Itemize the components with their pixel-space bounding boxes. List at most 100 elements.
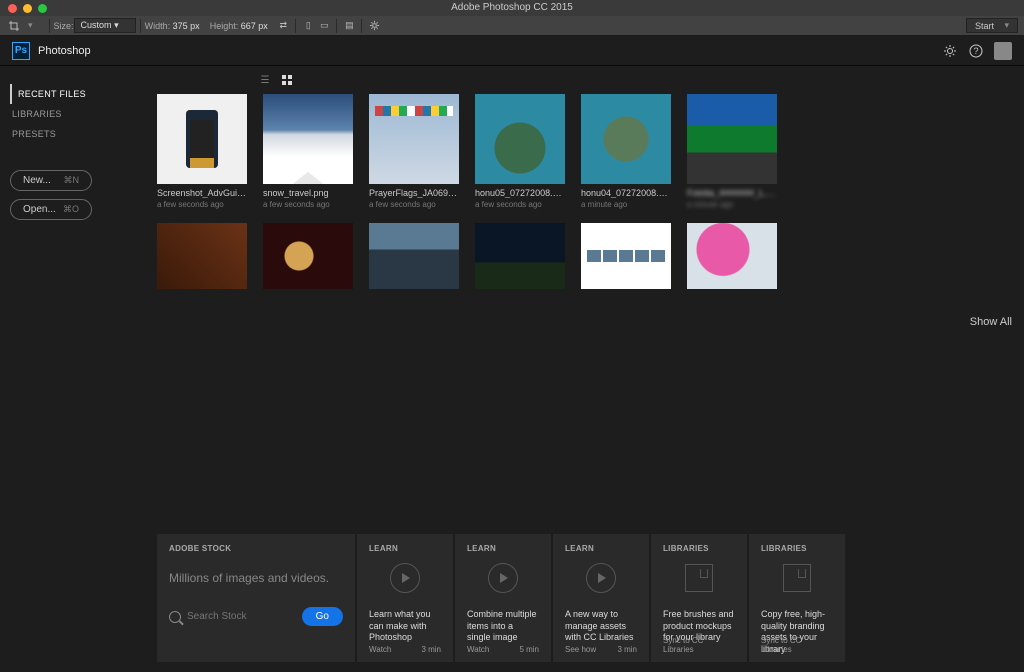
library-panel[interactable]: LIBRARIES Copy free, high-quality brandi… [749, 534, 845, 662]
stock-search-input[interactable] [187, 611, 287, 622]
learn-panel[interactable]: LEARN Learn what you can make with Photo… [357, 534, 453, 662]
stock-go-button[interactable]: Go [302, 607, 343, 626]
file-thumbnail [263, 94, 353, 184]
svg-text:?: ? [973, 46, 978, 56]
file-card[interactable] [475, 223, 565, 289]
height-value[interactable]: 667 [241, 21, 256, 31]
panel-tag: LIBRARIES [663, 544, 735, 553]
file-card[interactable] [263, 223, 353, 289]
sidebar-item-recent-files[interactable]: RECENT FILES [10, 84, 147, 104]
file-card[interactable] [369, 223, 459, 289]
library-panel[interactable]: LIBRARIES Free brushes and product mocku… [651, 534, 747, 662]
close-window-button[interactable] [8, 4, 17, 13]
library-icon [783, 564, 811, 592]
options-bar: ▾ Size: Custom ▾ Width: 375 px Height: 6… [0, 16, 1024, 36]
orientation-landscape-icon[interactable]: ▭ [316, 19, 332, 33]
chevron-down-icon[interactable]: ▾ [28, 20, 33, 31]
panel-meta: 3 min [617, 645, 637, 654]
file-thumbnail [581, 223, 671, 289]
panel-tag: LEARN [467, 544, 539, 553]
app-header: Ps Photoshop ? [0, 36, 1024, 66]
panel-title: Combine multiple items into a single ima… [467, 609, 539, 644]
panel-action: Watch [369, 645, 391, 654]
file-name: honu05_07272008.JPG [475, 188, 565, 198]
crop-tool-icon[interactable] [6, 19, 22, 33]
panel-tag: LEARN [369, 544, 441, 553]
size-dropdown[interactable]: Custom ▾ [74, 18, 136, 33]
learn-panel[interactable]: LEARN Combine multiple items into a sing… [455, 534, 551, 662]
file-thumbnail [475, 94, 565, 184]
file-thumbnail [369, 94, 459, 184]
file-time: a few seconds ago [157, 200, 247, 209]
learn-panel[interactable]: LEARN A new way to manage assets with CC… [553, 534, 649, 662]
file-thumbnail [475, 223, 565, 289]
swap-icon[interactable]: ⇄ [275, 19, 291, 33]
panel-action: Sync to CC Libraries [761, 636, 833, 654]
maximize-window-button[interactable] [38, 4, 47, 13]
photoshop-logo-icon: Ps [12, 42, 30, 60]
library-icon [685, 564, 713, 592]
panel-action: Watch [467, 645, 489, 654]
panel-meta: 3 min [421, 645, 441, 654]
play-icon [390, 563, 420, 593]
file-thumbnail [369, 223, 459, 289]
stock-headline: Millions of images and videos. [169, 571, 343, 585]
minimize-window-button[interactable] [23, 4, 32, 13]
file-thumbnail [263, 223, 353, 289]
panel-tag: LIBRARIES [761, 544, 833, 553]
file-card[interactable]: honu04_07272008.JPG a minute ago [581, 94, 671, 209]
titlebar: Adobe Photoshop CC 2015 [0, 0, 1024, 16]
panel-action: Sync to CC Libraries [663, 636, 735, 654]
file-thumbnail [157, 223, 247, 289]
window-controls [8, 4, 47, 13]
sidebar: RECENT FILESLIBRARIESPRESETS New...⌘N Op… [0, 66, 157, 524]
list-view-icon[interactable]: ☰ [259, 74, 271, 86]
settings-icon[interactable] [942, 43, 958, 59]
new-button[interactable]: New...⌘N [10, 170, 92, 191]
file-card[interactable]: honu05_07272008.JPG a few seconds ago [475, 94, 565, 209]
gear-icon[interactable] [366, 19, 382, 33]
panel-meta: 5 min [519, 645, 539, 654]
file-card[interactable]: snow_travel.png a few seconds ago [263, 94, 353, 209]
width-value[interactable]: 375 [173, 21, 188, 31]
file-card[interactable] [687, 223, 777, 289]
help-icon[interactable]: ? [968, 43, 984, 59]
content-area: ☰ Screenshot_AdvGuide_iPho... a few seco… [157, 66, 1024, 524]
orientation-portrait-icon[interactable]: ▯ [300, 19, 316, 33]
file-name: Fotolia_#######_L.jpg [687, 188, 777, 198]
open-button[interactable]: Open...⌘O [10, 199, 92, 220]
sidebar-item-presets[interactable]: PRESETS [10, 124, 147, 144]
play-icon [488, 563, 518, 593]
panel-tag: ADOBE STOCK [169, 544, 343, 553]
play-icon [586, 563, 616, 593]
size-label: Size: [54, 21, 74, 31]
file-thumbnail [157, 94, 247, 184]
bottom-panels: ADOBE STOCK Millions of images and video… [0, 524, 1024, 672]
panel-title: Learn what you can make with Photoshop [369, 609, 441, 644]
panel-title: A new way to manage assets with CC Libra… [565, 609, 637, 644]
search-icon [169, 611, 181, 623]
file-time: a few seconds ago [369, 200, 459, 209]
app-name: Photoshop [38, 45, 91, 57]
grid-view-icon[interactable] [281, 74, 293, 86]
show-all-link[interactable]: Show All [970, 316, 1012, 328]
panel-tag: LEARN [565, 544, 637, 553]
file-name: honu04_07272008.JPG [581, 188, 671, 198]
file-card[interactable]: Screenshot_AdvGuide_iPho... a few second… [157, 94, 247, 209]
panel-action: See how [565, 645, 596, 654]
width-label: Width: [145, 21, 171, 31]
file-time: a minute ago [581, 200, 671, 209]
height-label: Height: [210, 21, 239, 31]
file-name: Screenshot_AdvGuide_iPho... [157, 188, 247, 198]
file-card[interactable] [581, 223, 671, 289]
artboard-icon[interactable]: ▤ [341, 19, 357, 33]
start-workspace-button[interactable]: Start ▾ [966, 18, 1018, 33]
file-time: a minute ago [687, 200, 777, 209]
file-name: snow_travel.png [263, 188, 353, 198]
file-card[interactable]: Fotolia_#######_L.jpg a minute ago [687, 94, 777, 209]
file-name: PrayerFlags_JA0692.jpg [369, 188, 459, 198]
file-card[interactable]: PrayerFlags_JA0692.jpg a few seconds ago [369, 94, 459, 209]
file-card[interactable] [157, 223, 247, 289]
sidebar-item-libraries[interactable]: LIBRARIES [10, 104, 147, 124]
user-avatar[interactable] [994, 42, 1012, 60]
